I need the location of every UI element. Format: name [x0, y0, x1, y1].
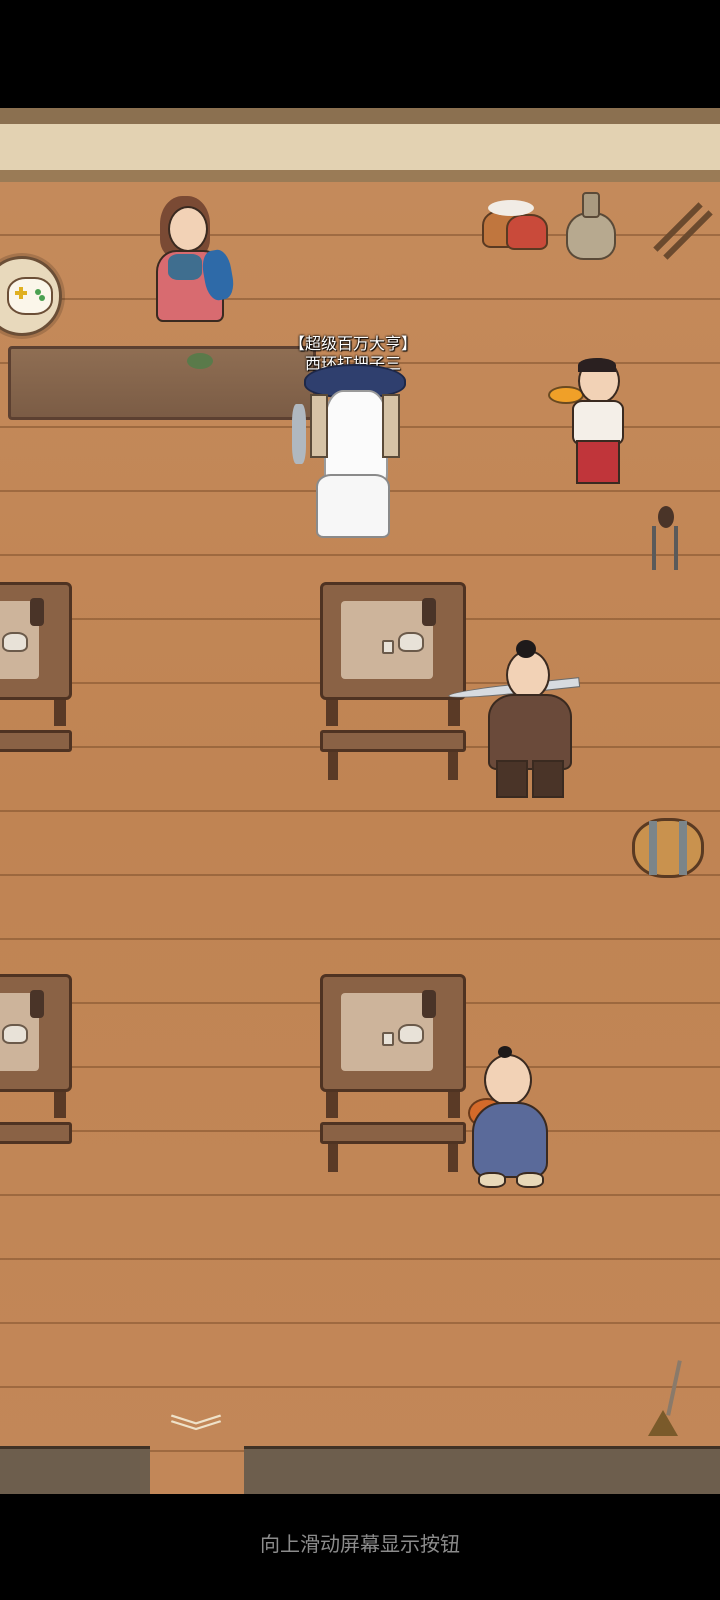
swordsman-npc[interactable] — [447, 640, 584, 804]
waiter-npc[interactable] — [548, 358, 638, 492]
lady-npc[interactable] — [148, 196, 240, 330]
wooden-barrel — [632, 818, 704, 878]
tavern-scene[interactable]: 【超级百万大亨】 西环扛把子三 — [0, 108, 720, 1494]
floor-edge-left — [0, 1446, 150, 1494]
player-title: 【超级百万大亨】 — [288, 334, 417, 353]
table-right-2[interactable] — [320, 974, 466, 1180]
wall-tool — [648, 506, 684, 572]
broom — [644, 1360, 690, 1438]
table-right-1[interactable] — [320, 582, 466, 788]
gamepad-icon — [7, 277, 53, 315]
table-left-2[interactable] — [0, 974, 72, 1180]
chevron-double-down-icon[interactable]: ︾ — [160, 1416, 232, 1452]
counter-item — [187, 353, 213, 369]
tavern-wall — [0, 108, 720, 182]
chubby-customer-npc[interactable] — [458, 1046, 550, 1194]
player-character[interactable] — [284, 364, 414, 542]
table-left-1[interactable] — [0, 582, 72, 788]
floor-edge-right — [244, 1446, 720, 1494]
rice-sacks — [482, 200, 548, 250]
gamepad-menu-button[interactable] — [0, 256, 62, 336]
ladder — [640, 194, 713, 260]
swipe-hint: 向上滑动屏幕显示按钮 — [260, 1532, 460, 1556]
grain-bag — [566, 192, 616, 260]
